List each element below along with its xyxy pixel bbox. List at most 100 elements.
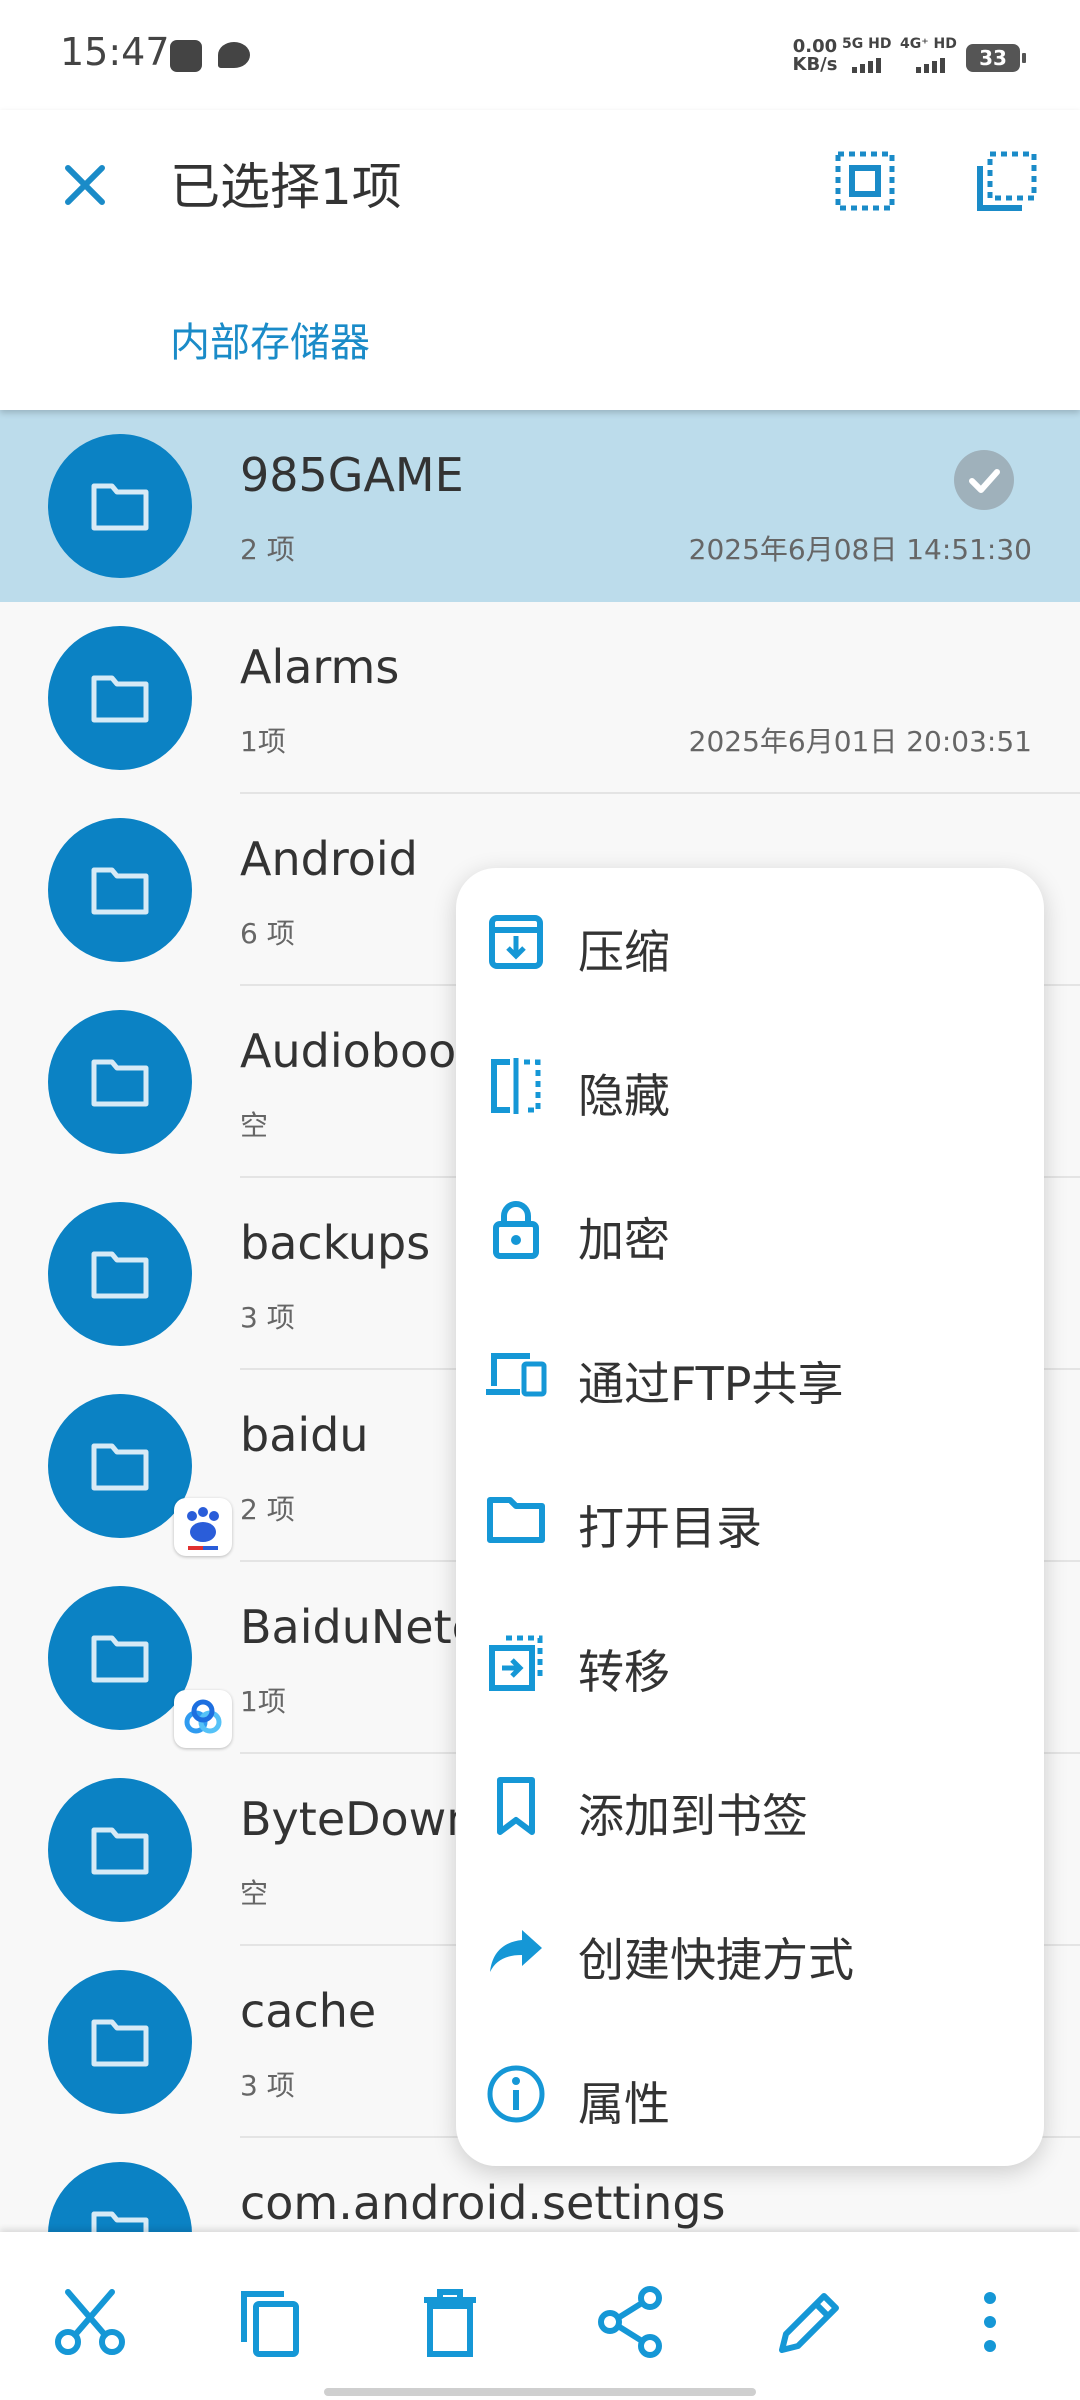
file-name: Alarms — [240, 640, 400, 694]
folder-icon — [91, 1443, 149, 1491]
folder-avatar[interactable] — [48, 434, 192, 578]
folder-avatar[interactable] — [48, 818, 192, 962]
lock-icon — [493, 1201, 539, 1259]
battery-icon: 33 — [966, 44, 1026, 72]
menu-label-add-bookmark: 添加到书签 — [578, 1789, 808, 1843]
menu-item-encrypt[interactable]: 加密 — [456, 1158, 1044, 1302]
folder-avatar[interactable] — [48, 626, 192, 770]
menu-item-compress[interactable]: 压缩 — [456, 870, 1044, 1014]
menu-label-hide: 隐藏 — [578, 1069, 670, 1123]
notification-app-icon — [170, 40, 202, 72]
folder-avatar[interactable] — [48, 1202, 192, 1346]
folder-icon — [91, 675, 149, 723]
file-name: 985GAME — [240, 448, 464, 502]
rename-button[interactable] — [770, 2282, 850, 2362]
menu-label-move: 转移 — [578, 1645, 670, 1699]
folder-avatar[interactable] — [48, 1970, 192, 2114]
delete-button[interactable] — [410, 2282, 490, 2362]
menu-item-ftp-share[interactable]: 通过FTP共享 — [456, 1302, 1044, 1446]
folder-icon — [91, 1059, 149, 1107]
app-header: 已选择1项 内部存储器 — [0, 110, 1080, 410]
file-name: Android — [240, 832, 418, 886]
more-icon — [984, 2292, 996, 2352]
close-selection-button[interactable] — [50, 150, 120, 220]
select-range-button[interactable] — [972, 146, 1042, 216]
menu-item-move[interactable]: 转移 — [456, 1590, 1044, 1734]
status-time: 15:47 — [60, 30, 170, 74]
menu-item-properties[interactable]: 属性 — [456, 2022, 1044, 2166]
menu-label-properties: 属性 — [578, 2077, 670, 2131]
sim1-label: 5G HD — [842, 36, 892, 52]
app-badge — [174, 1498, 232, 1556]
menu-item-create-shortcut[interactable]: 创建快捷方式 — [456, 1878, 1044, 2022]
net-speed-unit: KB/s — [792, 54, 838, 75]
check-icon — [969, 469, 1000, 493]
item-count: 空 — [240, 1109, 269, 1142]
archive-icon — [489, 915, 543, 969]
share-icon — [598, 2286, 662, 2358]
menu-label-open-directory: 打开目录 — [578, 1501, 762, 1555]
home-indicator[interactable] — [324, 2388, 756, 2396]
folder-icon — [91, 483, 149, 531]
select-all-button[interactable] — [830, 146, 900, 216]
item-count: 3 项 — [240, 1301, 295, 1334]
bottom-action-bar — [0, 2232, 1080, 2400]
baidu-badge-icon — [187, 1507, 219, 1550]
share-button[interactable] — [590, 2282, 670, 2362]
select-all-icon — [835, 151, 895, 211]
message-bubble-icon — [218, 42, 250, 68]
folder-icon — [91, 2019, 149, 2067]
selected-check[interactable] — [954, 450, 1014, 510]
file-name: baidu — [240, 1408, 369, 1462]
file-row[interactable]: 985GAME 2 项 2025年6月08日 14:51:30 — [0, 410, 1080, 602]
sim2-signal-icon — [916, 58, 945, 73]
folder-icon — [91, 1827, 149, 1875]
app-badge — [174, 1690, 232, 1748]
menu-label-ftp-share: 通过FTP共享 — [578, 1357, 844, 1411]
menu-label-encrypt: 加密 — [578, 1213, 670, 1267]
context-menu: 压缩 隐藏 加密 通过FTP共享 打开目录 转移 添加到书签 创建快捷方式 属性 — [456, 868, 1044, 2166]
item-count: 1项 — [240, 1685, 286, 1718]
sim2-label: 4G⁺ HD — [900, 36, 957, 52]
info-icon — [487, 2065, 545, 2123]
close-icon — [65, 165, 105, 205]
status-bar: 15:47 0.00 KB/s 5G HD 4G⁺ HD 33 — [0, 0, 1080, 110]
hide-icon — [491, 1058, 541, 1114]
cut-button[interactable] — [50, 2282, 130, 2362]
menu-label-create-shortcut: 创建快捷方式 — [578, 1933, 854, 1987]
move-icon — [489, 1635, 543, 1691]
baidu-netdisk-badge-icon — [184, 1699, 222, 1734]
modified-date: 2025年6月08日 14:51:30 — [688, 533, 1032, 566]
net-speed: 0.00 KB/s — [780, 38, 850, 74]
folder-icon — [487, 1497, 545, 1543]
file-name: Audioboo — [240, 1024, 457, 1078]
file-row[interactable]: Alarms 1项 2025年6月01日 20:03:51 — [0, 602, 1080, 794]
breadcrumb[interactable]: 内部存储器 — [170, 310, 370, 368]
copy-icon — [241, 2291, 299, 2357]
folder-icon — [91, 867, 149, 915]
file-name: ByteDown — [240, 1792, 476, 1846]
file-name: BaiduNetc — [240, 1600, 477, 1654]
shortcut-icon — [490, 1930, 542, 1972]
folder-avatar[interactable] — [48, 1010, 192, 1154]
item-count: 6 项 — [240, 917, 295, 950]
menu-item-add-bookmark[interactable]: 添加到书签 — [456, 1734, 1044, 1878]
item-count: 2 项 — [240, 533, 295, 566]
item-count: 2 项 — [240, 1493, 295, 1526]
folder-avatar[interactable] — [48, 1778, 192, 1922]
folder-avatar[interactable] — [48, 1586, 232, 1748]
page-title: 已选择1项 — [170, 158, 402, 216]
file-name: backups — [240, 1216, 431, 1270]
more-options-button[interactable] — [950, 2282, 1030, 2362]
menu-item-open-directory[interactable]: 打开目录 — [456, 1446, 1044, 1590]
bookmark-icon — [497, 1777, 535, 1835]
select-range-icon — [977, 151, 1037, 211]
menu-item-hide[interactable]: 隐藏 — [456, 1014, 1044, 1158]
cut-icon — [55, 2289, 125, 2355]
folder-icon — [91, 1251, 149, 1299]
sim1-signal-icon — [852, 58, 881, 73]
folder-avatar[interactable] — [48, 1394, 232, 1556]
item-count: 1项 — [240, 725, 286, 758]
copy-button[interactable] — [230, 2282, 310, 2362]
folder-icon — [91, 1635, 149, 1683]
